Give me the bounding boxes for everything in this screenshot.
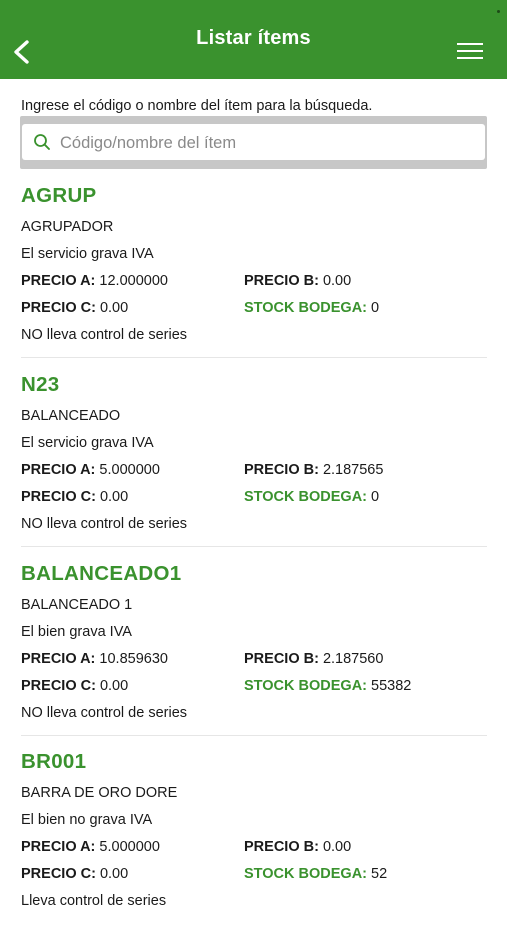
- precio-c-value: 0.00: [99, 300, 129, 316]
- item-series: NO lleva control de series: [21, 516, 188, 532]
- item-name: AGRUPADOR: [21, 219, 114, 235]
- precio-b-value: 2.187565: [322, 462, 384, 478]
- stock-bodega: STOCK BODEGA: 52: [244, 866, 387, 882]
- menu-button[interactable]: [452, 40, 488, 64]
- precio-b: PRECIO B: 2.187565: [244, 462, 383, 478]
- item-divider: [21, 546, 487, 547]
- item-name: BARRA DE ORO DORE: [21, 785, 178, 801]
- item-series: NO lleva control de series: [21, 705, 188, 721]
- precio-b-label: PRECIO B:: [244, 462, 319, 478]
- precio-c-label: PRECIO C:: [21, 678, 96, 694]
- precio-b-label: PRECIO B:: [244, 273, 319, 289]
- precio-a-label: PRECIO A:: [21, 839, 96, 855]
- item-series: NO lleva control de series: [21, 327, 188, 343]
- stock-bodega: STOCK BODEGA: 55382: [244, 678, 411, 694]
- stock-label: STOCK BODEGA:: [244, 678, 367, 694]
- item-tax: El bien no grava IVA: [21, 812, 153, 828]
- item-series: Lleva control de series: [21, 893, 167, 909]
- precio-b-value: 2.187560: [322, 651, 384, 667]
- item-code: N23: [21, 373, 60, 396]
- item-tax: El servicio grava IVA: [21, 246, 154, 262]
- hamburger-menu-icon: [457, 43, 483, 59]
- item-card[interactable]: N23 BALANCEADO El servicio grava IVA PRE…: [21, 373, 487, 548]
- stock-label: STOCK BODEGA:: [244, 300, 367, 316]
- precio-b-value: 0.00: [322, 839, 352, 855]
- item-code: BALANCEADO1: [21, 562, 182, 585]
- precio-a: PRECIO A: 10.859630: [21, 651, 168, 667]
- item-card[interactable]: BR001 BARRA DE ORO DORE El bien no grava…: [21, 750, 487, 925]
- precio-b: PRECIO B: 2.187560: [244, 651, 383, 667]
- precio-a-value: 5.000000: [99, 462, 160, 478]
- precio-a-label: PRECIO A:: [21, 651, 96, 667]
- precio-a-value: 12.000000: [99, 273, 168, 289]
- stock-value: 52: [371, 866, 388, 882]
- precio-a-label: PRECIO A:: [21, 273, 96, 289]
- stock-value: 0: [371, 300, 380, 316]
- item-card[interactable]: BALANCEADO1 BALANCEADO 1 El bien grava I…: [21, 562, 487, 737]
- precio-a: PRECIO A: 12.000000: [21, 273, 168, 289]
- status-indicator: [497, 10, 500, 13]
- item-divider: [21, 357, 487, 358]
- precio-b: PRECIO B: 0.00: [244, 273, 351, 289]
- precio-a-value: 5.000000: [99, 839, 160, 855]
- page-title: Listar ítems: [196, 27, 311, 49]
- app-header: Listar ítems: [0, 0, 507, 79]
- precio-b-label: PRECIO B:: [244, 651, 319, 667]
- search-bar: [20, 116, 487, 169]
- search-icon: [34, 134, 50, 150]
- stock-label: STOCK BODEGA:: [244, 489, 367, 505]
- precio-b-label: PRECIO B:: [244, 839, 319, 855]
- stock-value: 55382: [371, 678, 412, 694]
- item-code: AGRUP: [21, 184, 97, 207]
- search-input[interactable]: [58, 124, 482, 162]
- item-tax: El servicio grava IVA: [21, 435, 154, 451]
- item-card[interactable]: AGRUP AGRUPADOR El servicio grava IVA PR…: [21, 184, 487, 359]
- item-tax: El bien grava IVA: [21, 624, 132, 640]
- precio-c-value: 0.00: [99, 678, 129, 694]
- search-instruction: Ingrese el código o nombre del ítem para…: [21, 98, 373, 114]
- precio-c-label: PRECIO C:: [21, 866, 96, 882]
- precio-c-value: 0.00: [99, 866, 129, 882]
- stock-value: 0: [371, 489, 380, 505]
- stock-bodega: STOCK BODEGA: 0: [244, 300, 379, 316]
- precio-b: PRECIO B: 0.00: [244, 839, 351, 855]
- precio-c: PRECIO C: 0.00: [21, 678, 128, 694]
- item-name: BALANCEADO: [21, 408, 121, 424]
- search-field[interactable]: [22, 124, 485, 162]
- precio-a: PRECIO A: 5.000000: [21, 462, 160, 478]
- precio-a-value: 10.859630: [99, 651, 168, 667]
- precio-c-value: 0.00: [99, 489, 129, 505]
- precio-c: PRECIO C: 0.00: [21, 866, 128, 882]
- precio-a: PRECIO A: 5.000000: [21, 839, 160, 855]
- stock-bodega: STOCK BODEGA: 0: [244, 489, 379, 505]
- stock-label: STOCK BODEGA:: [244, 866, 367, 882]
- precio-c-label: PRECIO C:: [21, 300, 96, 316]
- precio-b-value: 0.00: [322, 273, 352, 289]
- item-name: BALANCEADO 1: [21, 597, 133, 613]
- item-divider: [21, 735, 487, 736]
- precio-c: PRECIO C: 0.00: [21, 300, 128, 316]
- precio-a-label: PRECIO A:: [21, 462, 96, 478]
- precio-c-label: PRECIO C:: [21, 489, 96, 505]
- precio-c: PRECIO C: 0.00: [21, 489, 128, 505]
- item-code: BR001: [21, 750, 87, 773]
